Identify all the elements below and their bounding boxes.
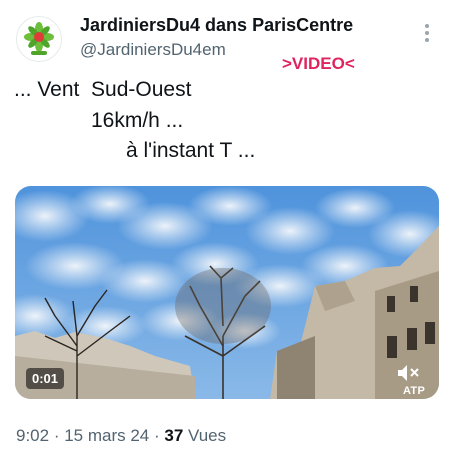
avatar[interactable] bbox=[16, 16, 62, 62]
tweet-text-line-1: ... Vent Sud-Ouest bbox=[14, 78, 192, 101]
video-duration-badge: 0:01 bbox=[26, 368, 65, 389]
views-label: Vues bbox=[183, 426, 227, 445]
views-count: 37 bbox=[164, 426, 184, 445]
user-handle[interactable]: @JardiniersDu4em bbox=[80, 40, 226, 60]
avatar-logo bbox=[17, 17, 61, 61]
more-icon bbox=[425, 24, 429, 28]
video-frame bbox=[15, 186, 439, 399]
tweet-text-line-3: à l'instant T ... bbox=[126, 139, 256, 162]
video-tag: >VIDEO< bbox=[282, 54, 355, 73]
tweet-text-line-2: 16km/h ... bbox=[91, 109, 184, 132]
tweet-meta: 9:02 · 15 mars 24 · 37 Vues bbox=[16, 426, 227, 445]
mute-icon bbox=[398, 365, 419, 381]
video-player[interactable] bbox=[15, 186, 439, 399]
more-options-button[interactable] bbox=[417, 18, 437, 48]
mute-button[interactable] bbox=[394, 361, 422, 385]
tweet-time[interactable]: 9:02 bbox=[16, 426, 49, 445]
tweet-date[interactable]: 15 mars 24 bbox=[64, 426, 149, 445]
video-watermark: ATP bbox=[403, 385, 426, 397]
display-name[interactable]: JardiniersDu4 dans ParisCentre bbox=[80, 15, 353, 36]
